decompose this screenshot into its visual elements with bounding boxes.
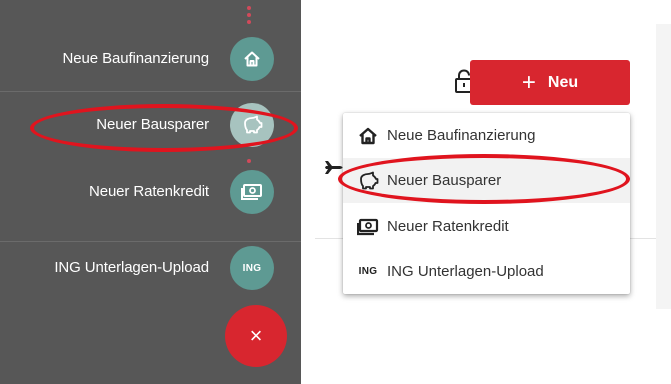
fab-item-label: ING Unterlagen-Upload [54, 259, 209, 276]
fab-item-baufinanzierung[interactable]: Neue Baufinanzierung [0, 25, 301, 93]
menu-item-ratenkredit[interactable]: Neuer Ratenkredit [343, 204, 630, 249]
dot-decoration [247, 20, 251, 24]
fab-item-label: Neue Baufinanzierung [62, 50, 210, 67]
house-icon[interactable] [230, 37, 274, 81]
menu-item-ing-upload[interactable]: ING ING Unterlagen-Upload [343, 249, 630, 294]
money-bill-icon [349, 218, 387, 236]
menu-item-baufinanzierung[interactable]: Neue Baufinanzierung [343, 113, 630, 158]
ing-icon[interactable]: ING [230, 246, 274, 290]
close-button[interactable]: × [225, 305, 287, 367]
close-icon: × [249, 323, 263, 348]
annotation-ellipse [30, 104, 298, 152]
plus-icon: + [521, 68, 536, 96]
new-button[interactable]: + Neu [470, 60, 630, 105]
dot-decoration [247, 6, 251, 10]
dot-decoration [247, 13, 251, 17]
new-button-label: Neu [547, 73, 579, 91]
ing-icon-text: ING [358, 266, 378, 277]
side-strip [656, 24, 671, 309]
fab-menu-panel: Neue Baufinanzierung Neuer Bausparer Neu… [0, 0, 301, 384]
ing-icon: ING [349, 266, 387, 277]
money-bill-icon[interactable] [230, 170, 274, 214]
ing-icon-text: ING [242, 262, 262, 274]
menu-item-label: ING Unterlagen-Upload [387, 263, 544, 280]
house-icon [349, 127, 387, 145]
menu-item-label: Neue Baufinanzierung [387, 127, 536, 144]
menu-item-label: Neuer Ratenkredit [387, 218, 509, 235]
fab-item-label: Neuer Ratenkredit [88, 183, 209, 200]
fab-item-ratenkredit[interactable]: Neuer Ratenkredit [0, 158, 301, 226]
fab-item-ing-upload[interactable]: ING Unterlagen-Upload ING [0, 234, 301, 302]
annotation-ellipse [338, 154, 630, 204]
